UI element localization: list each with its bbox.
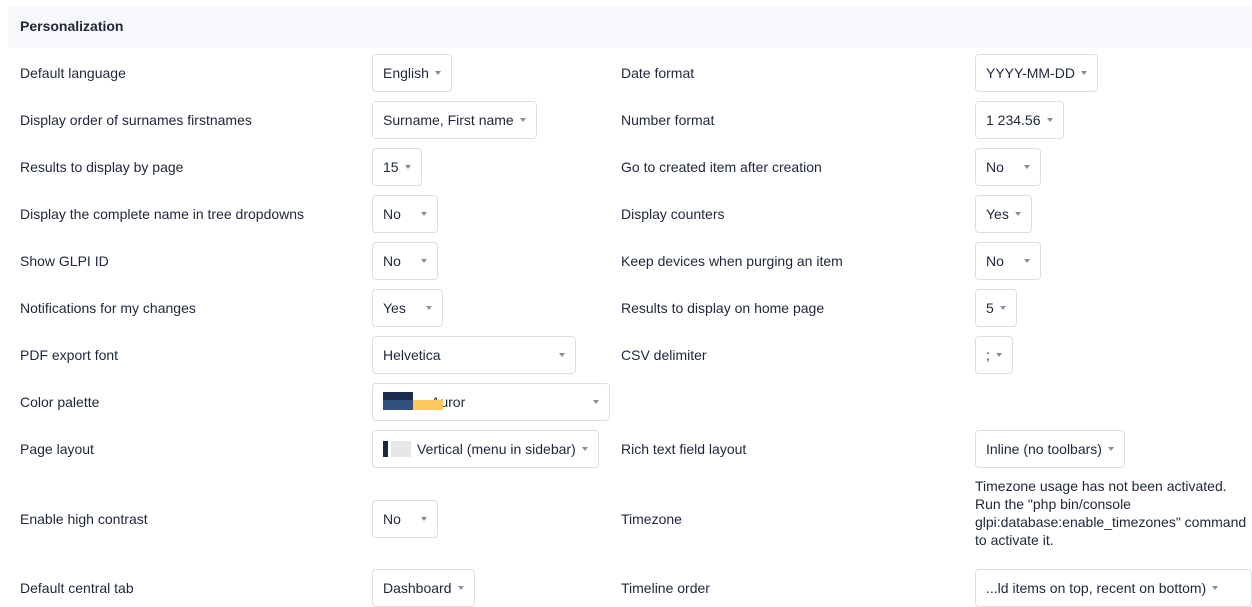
central-tab-label: Default central tab xyxy=(20,580,134,596)
date-format-select[interactable]: YYYY-MM-DD xyxy=(975,54,1098,92)
page-layout-value: Vertical (menu in sidebar) xyxy=(417,441,576,457)
pdf-font-label: PDF export font xyxy=(20,347,119,363)
chevron-down-icon xyxy=(995,353,1002,357)
results-per-page-label: Results to display by page xyxy=(20,159,184,175)
notifications-changes-label: Notifications for my changes xyxy=(20,300,196,316)
display-order-value: Surname, First name xyxy=(383,112,514,128)
high-contrast-label: Enable high contrast xyxy=(20,511,148,527)
goto-created-value: No xyxy=(986,159,1004,175)
chevron-down-icon xyxy=(425,306,432,310)
show-glpi-id-value: No xyxy=(383,253,401,269)
default-language-label: Default language xyxy=(20,65,126,81)
chevron-down-icon xyxy=(1023,165,1030,169)
timeline-order-select[interactable]: ...ld items on top, recent on bottom) xyxy=(975,569,1252,607)
section-title: Personalization xyxy=(20,18,124,34)
rich-text-layout-value: Inline (no toolbars) xyxy=(986,441,1102,457)
results-home-select[interactable]: 5 xyxy=(975,289,1017,327)
results-home-value: 5 xyxy=(986,300,994,316)
page-layout-label: Page layout xyxy=(20,441,94,457)
chevron-down-icon xyxy=(559,353,565,357)
chevron-down-icon xyxy=(404,165,411,169)
chevron-down-icon xyxy=(593,400,599,404)
rich-text-layout-label: Rich text field layout xyxy=(621,441,747,457)
chevron-down-icon xyxy=(999,306,1006,310)
results-home-label: Results to display on home page xyxy=(621,300,825,316)
keep-devices-label: Keep devices when purging an item xyxy=(621,253,843,269)
central-tab-select[interactable]: Dashboard xyxy=(372,569,475,607)
goto-created-label: Go to created item after creation xyxy=(621,159,822,175)
keep-devices-value: No xyxy=(986,253,1004,269)
timezone-label: Timezone xyxy=(621,511,682,527)
csv-delimiter-value: ; xyxy=(986,347,990,363)
complete-name-tree-label: Display the complete name in tree dropdo… xyxy=(20,206,305,222)
chevron-down-icon xyxy=(420,259,427,263)
chevron-down-icon xyxy=(1212,586,1219,590)
date-format-label: Date format xyxy=(621,65,695,81)
chevron-down-icon xyxy=(1046,118,1053,122)
notifications-changes-value: Yes xyxy=(383,300,406,316)
display-counters-value: Yes xyxy=(986,206,1009,222)
pdf-font-select[interactable]: Helvetica xyxy=(372,336,576,374)
keep-devices-select[interactable]: No xyxy=(975,242,1041,280)
csv-delimiter-select[interactable]: ; xyxy=(975,336,1013,374)
chevron-down-icon xyxy=(420,517,427,521)
results-per-page-select[interactable]: 15 xyxy=(372,148,422,186)
chevron-down-icon xyxy=(1107,447,1114,451)
pdf-font-value: Helvetica xyxy=(383,347,441,363)
display-order-label: Display order of surnames firstnames xyxy=(20,112,252,128)
goto-created-select[interactable]: No xyxy=(975,148,1041,186)
number-format-label: Number format xyxy=(621,112,715,128)
show-glpi-id-label: Show GLPI ID xyxy=(20,253,109,269)
default-language-value: English xyxy=(383,65,429,81)
timeline-order-label: Timeline order xyxy=(621,580,710,596)
palette-swatch-icon xyxy=(383,392,443,412)
chevron-down-icon xyxy=(1080,71,1087,75)
chevron-down-icon xyxy=(519,118,526,122)
high-contrast-select[interactable]: No xyxy=(372,500,438,538)
display-order-select[interactable]: Surname, First name xyxy=(372,101,537,139)
number-format-value: 1 234.56 xyxy=(986,112,1041,128)
csv-delimiter-label: CSV delimiter xyxy=(621,347,707,363)
show-glpi-id-select[interactable]: No xyxy=(372,242,438,280)
section-header: Personalization xyxy=(8,6,1252,48)
color-palette-selection: Auror xyxy=(383,392,465,412)
page-layout-select[interactable]: Vertical (menu in sidebar) xyxy=(372,430,599,468)
chevron-down-icon xyxy=(581,447,588,451)
chevron-down-icon xyxy=(1014,212,1021,216)
chevron-down-icon xyxy=(420,212,427,216)
high-contrast-value: No xyxy=(383,511,401,527)
number-format-select[interactable]: 1 234.56 xyxy=(975,101,1064,139)
chevron-down-icon xyxy=(434,71,441,75)
layout-vertical-icon xyxy=(383,441,411,457)
date-format-value: YYYY-MM-DD xyxy=(986,65,1075,81)
color-palette-select[interactable]: Auror xyxy=(372,383,610,421)
notifications-changes-select[interactable]: Yes xyxy=(372,289,443,327)
chevron-down-icon xyxy=(457,586,464,590)
results-per-page-value: 15 xyxy=(383,159,399,175)
timezone-note: Timezone usage has not been activated. R… xyxy=(975,478,1247,548)
display-counters-select[interactable]: Yes xyxy=(975,195,1032,233)
default-language-select[interactable]: English xyxy=(372,54,452,92)
chevron-down-icon xyxy=(1023,259,1030,263)
complete-name-tree-select[interactable]: No xyxy=(372,195,438,233)
complete-name-tree-value: No xyxy=(383,206,401,222)
central-tab-value: Dashboard xyxy=(383,580,452,596)
timeline-order-value: ...ld items on top, recent on bottom) xyxy=(986,580,1207,596)
rich-text-layout-select[interactable]: Inline (no toolbars) xyxy=(975,430,1125,468)
color-palette-label: Color palette xyxy=(20,394,100,410)
display-counters-label: Display counters xyxy=(621,206,725,222)
